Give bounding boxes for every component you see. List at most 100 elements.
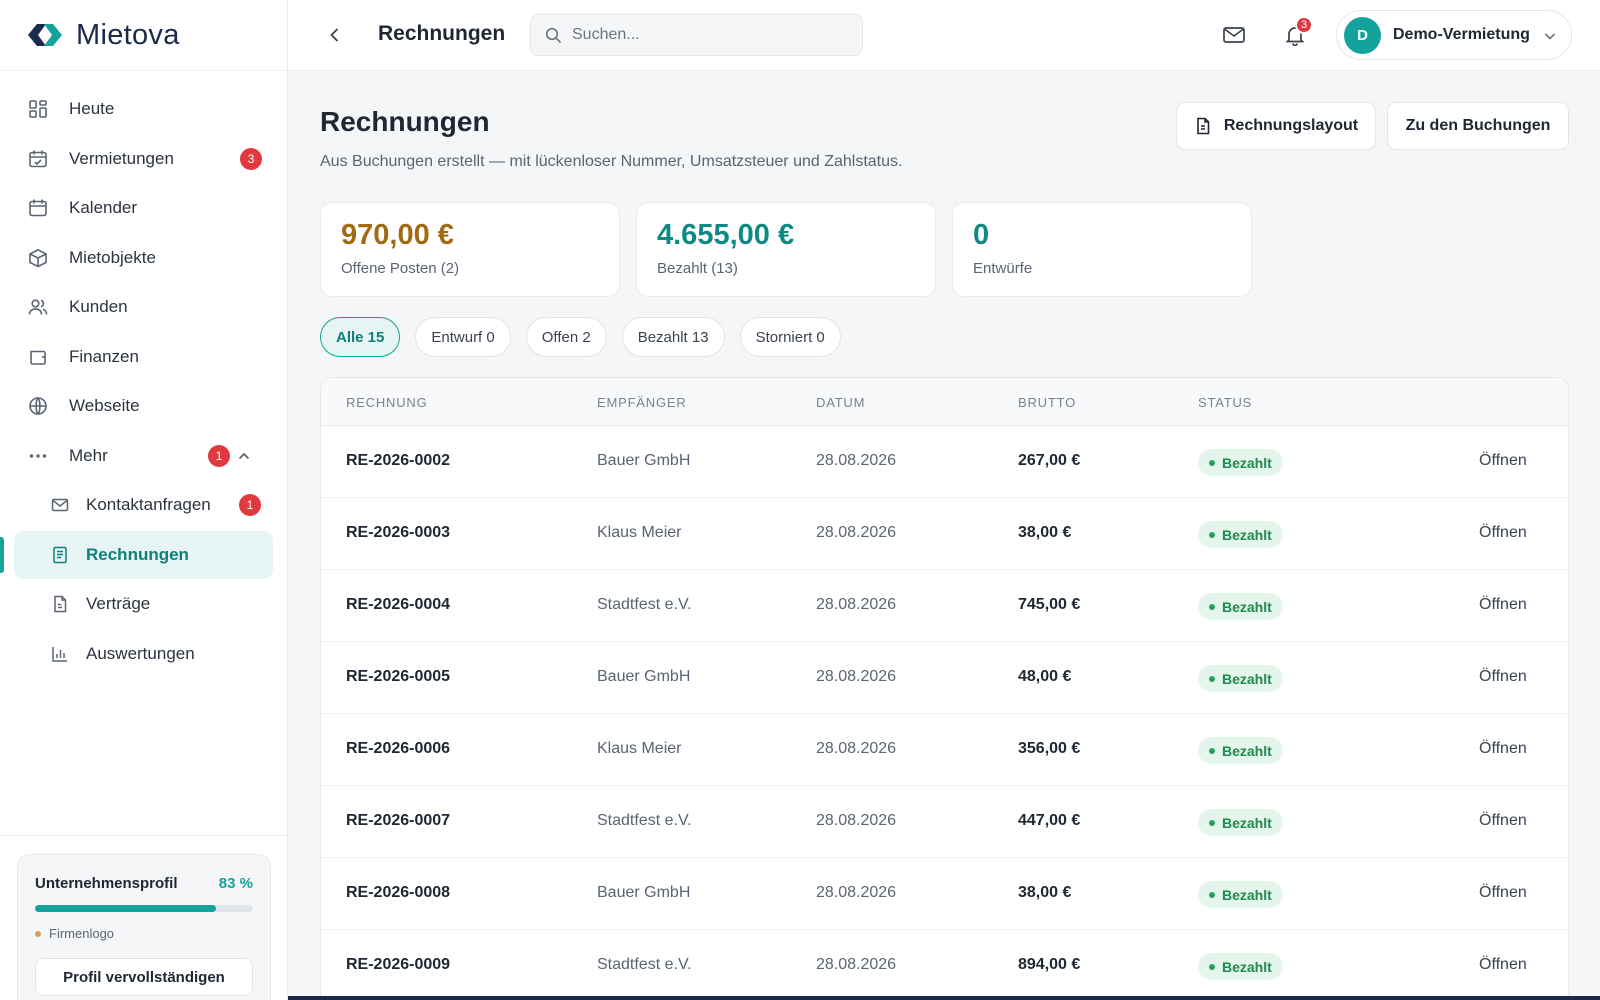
open-invoice-link[interactable]: Öffnen	[1479, 524, 1527, 542]
logo[interactable]: Mietova	[0, 0, 287, 71]
profile-title: Unternehmensprofil	[35, 875, 178, 892]
status-dot	[1209, 891, 1215, 898]
filter-open[interactable]: Offen 2	[525, 317, 607, 357]
invoice-number[interactable]: RE-2026-0003	[346, 524, 450, 542]
chevron-up-icon[interactable]	[237, 448, 251, 462]
globe-icon	[27, 396, 48, 417]
kpi-card-open: 970,00 € Offene Posten (2)	[320, 202, 620, 297]
gross-amount: 447,00 €	[1018, 812, 1081, 829]
sidebar-item-kunden[interactable]: Kunden	[14, 283, 273, 331]
kpi-caption: Bezahlt (13)	[657, 260, 738, 277]
back-arrow-icon[interactable]	[326, 26, 344, 44]
gross-amount: 267,00 €	[1018, 452, 1081, 469]
status-label: Bezahlt	[1222, 670, 1272, 687]
status-dot	[1209, 747, 1215, 754]
status-label: Bezahlt	[1222, 814, 1272, 831]
filter-all[interactable]: Alle 15	[320, 317, 401, 357]
open-invoice-link[interactable]: Öffnen	[1479, 668, 1527, 686]
sidebar-item-mehr[interactable]: Mehr 1	[14, 432, 273, 480]
sidebar-item-webseite[interactable]: Webseite	[14, 382, 273, 430]
column-header-date[interactable]: DATUM	[816, 395, 865, 410]
sidebar-item-mietobjekte[interactable]: Mietobjekte	[14, 234, 273, 282]
filter-paid[interactable]: Bezahlt 13	[621, 317, 725, 357]
table-row[interactable]: RE-2026-0002 Bauer GmbH 28.08.2026 267,00 €…	[321, 426, 1568, 498]
invoice-table: RECHNUNG EMPFÄNGER DATUM BRUTTO STATUS R…	[320, 377, 1569, 1000]
sidebar-item-kontaktanfragen[interactable]: Kontaktanfragen 1	[14, 481, 273, 529]
to-bookings-button[interactable]: Zu den Buchungen	[1387, 102, 1569, 150]
sidebar-item-label: Finanzen	[69, 346, 139, 366]
notification-badge: 3	[240, 147, 262, 170]
invoice-layout-label: Rechnungslayout	[1223, 117, 1359, 134]
filter-draft[interactable]: Entwurf 0	[415, 317, 511, 357]
invoice-number[interactable]: RE-2026-0004	[346, 596, 450, 614]
open-invoice-link[interactable]: Öffnen	[1479, 812, 1527, 830]
invoice-number[interactable]: RE-2026-0006	[346, 740, 450, 758]
status-filter-tabs: Alle 15 Entwurf 0 Offen 2 Bezahlt 13 Sto…	[320, 317, 856, 357]
column-header-recipient[interactable]: EMPFÄNGER	[597, 395, 687, 410]
more-icon	[27, 445, 48, 466]
search-input[interactable]	[572, 15, 852, 55]
sidebar-item-label: Kalender	[69, 198, 138, 217]
table-header: RECHNUNG EMPFÄNGER DATUM BRUTTO STATUS	[321, 378, 1568, 426]
invoice-date: 28.08.2026	[816, 956, 897, 973]
open-invoice-link[interactable]: Öffnen	[1479, 884, 1527, 902]
status-label: Bezahlt	[1222, 958, 1272, 975]
sidebar-item-heute[interactable]: Heute	[14, 85, 273, 133]
table-row[interactable]: RE-2026-0007 Stadtfest e.V. 28.08.2026 447,…	[321, 786, 1568, 858]
open-invoice-link[interactable]: Öffnen	[1479, 452, 1527, 470]
status-badge: Bezahlt	[1198, 665, 1283, 692]
table-row[interactable]: RE-2026-0009 Stadtfest e.V. 28.08.2026 894,…	[321, 930, 1568, 1000]
mail-icon[interactable]	[1222, 24, 1246, 46]
recipient: Stadtfest e.V.	[597, 956, 692, 973]
invoice-number[interactable]: RE-2026-0007	[346, 812, 450, 830]
invoice-date: 28.08.2026	[816, 452, 897, 469]
status-badge: Bezahlt	[1198, 809, 1283, 836]
sidebar-item-finanzen[interactable]: Finanzen	[14, 333, 273, 381]
table-row[interactable]: RE-2026-0004 Stadtfest e.V. 28.08.2026 745,…	[321, 570, 1568, 642]
open-invoice-link[interactable]: Öffnen	[1479, 956, 1527, 974]
table-row[interactable]: RE-2026-0003 Klaus Meier 28.08.2026 38,00 €…	[321, 498, 1568, 570]
kpi-value: 970,00 €	[341, 219, 454, 251]
kpi-card-drafts: 0 Entwürfe	[952, 202, 1252, 297]
document-icon	[1194, 117, 1212, 135]
table-row[interactable]: RE-2026-0005 Bauer GmbH 28.08.2026 48,00 € B…	[321, 642, 1568, 714]
table-row[interactable]: RE-2026-0008 Bauer GmbH 28.08.2026 38,00 € B…	[321, 858, 1568, 930]
complete-profile-button[interactable]: Profil vervollständigen	[35, 958, 253, 996]
open-invoice-link[interactable]: Öffnen	[1479, 740, 1527, 758]
invoice-number[interactable]: RE-2026-0009	[346, 956, 450, 974]
sidebar-item-label: Verträge	[86, 594, 151, 613]
invoice-number[interactable]: RE-2026-0002	[346, 452, 450, 470]
sidebar-item-label: Kunden	[69, 297, 128, 316]
profile-missing-label: Firmenlogo	[49, 926, 115, 941]
table-row[interactable]: RE-2026-0006 Klaus Meier 28.08.2026 356,00 …	[321, 714, 1568, 786]
open-invoice-link[interactable]: Öffnen	[1479, 596, 1527, 614]
column-header-status[interactable]: STATUS	[1198, 395, 1252, 410]
status-label: Bezahlt	[1222, 886, 1272, 903]
status-badge: Bezahlt	[1198, 737, 1283, 764]
account-menu[interactable]: D Demo-Vermietung	[1336, 10, 1572, 60]
search-icon	[545, 27, 562, 44]
sidebar-item-rechnungen[interactable]: Rechnungen	[0, 530, 273, 579]
filter-cancelled[interactable]: Storniert 0	[739, 317, 841, 357]
grid-icon	[27, 99, 48, 120]
profile-section: Unternehmensprofil 83 % Firmenlogo Profi…	[0, 835, 287, 1000]
status-dot	[1209, 459, 1215, 466]
invoice-number[interactable]: RE-2026-0008	[346, 884, 450, 902]
sidebar-item-auswertungen[interactable]: Auswertungen	[14, 630, 273, 678]
invoice-layout-button[interactable]: Rechnungslayout	[1176, 102, 1376, 150]
sidebar-item-kalender[interactable]: Kalender	[14, 184, 273, 232]
invoice-date: 28.08.2026	[816, 812, 897, 829]
status-badge: Bezahlt	[1198, 953, 1283, 980]
column-header-invoice[interactable]: RECHNUNG	[346, 395, 428, 410]
sidebar-item-vermietungen[interactable]: Vermietungen 3	[14, 135, 273, 183]
sidebar-item-label: Auswertungen	[86, 643, 195, 663]
search-box	[530, 14, 863, 56]
invoice-number[interactable]: RE-2026-0005	[346, 668, 450, 686]
recipient: Bauer GmbH	[597, 884, 691, 901]
mietova-logo-icon	[28, 24, 62, 46]
sidebar-item-vertraege[interactable]: Verträge	[14, 580, 273, 628]
column-header-gross[interactable]: BRUTTO	[1018, 395, 1076, 410]
gross-amount: 38,00 €	[1018, 524, 1072, 541]
kpi-value: 4.655,00 €	[657, 219, 795, 251]
status-dot	[1209, 819, 1215, 826]
